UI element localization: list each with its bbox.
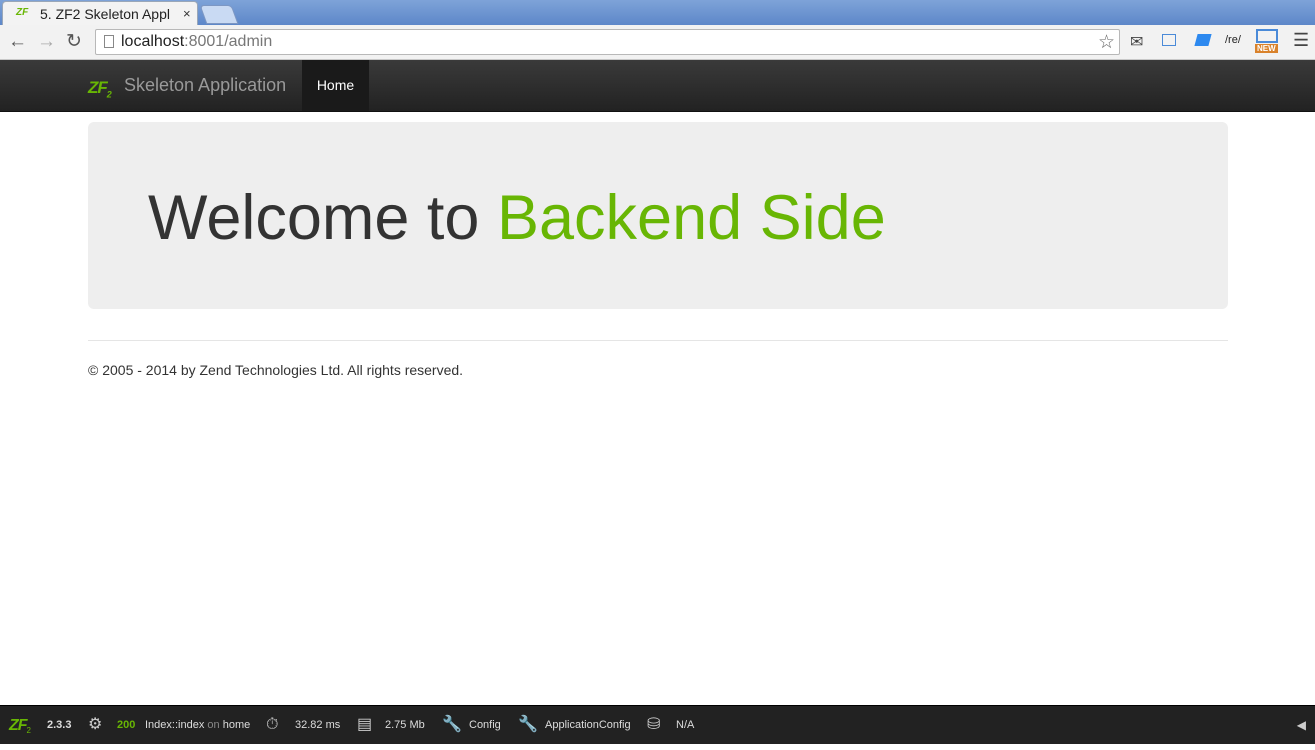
database-icon: ⛁ [647,716,661,733]
devbar-config[interactable]: Config [469,706,501,745]
divider [88,340,1228,341]
browser-tab-strip: ZF 5. ZF2 Skeleton Appl × [0,0,1315,25]
devbar-db[interactable]: N/A [676,706,694,745]
window-extension-icon[interactable] [1256,29,1278,43]
jumbotron: Welcome to Backend Side [88,122,1228,309]
app-navbar: ZF2 Skeleton Application Home [0,60,1315,112]
devbar-status-code: 200 [117,719,136,731]
forward-arrow-icon[interactable]: → [37,31,56,53]
wrench-icon: 🔧 [518,716,538,733]
browser-toolbar: ← → ↻ localhost:8001/admin ☆ ✉ /re/ NEW … [0,25,1315,60]
folder-extension-icon[interactable] [1162,34,1176,46]
extension-icon[interactable] [1194,34,1212,46]
re-extension-icon[interactable]: /re/ [1225,34,1241,46]
collapse-toolbar-icon[interactable]: ◀ [1297,718,1306,732]
footer-copyright: © 2005 - 2014 by Zend Technologies Ltd. … [88,362,464,378]
back-arrow-icon[interactable]: ← [8,31,27,53]
new-badge: NEW [1255,44,1278,53]
url-text: localhost:8001/admin [121,33,273,50]
wrench-icon: 🔧 [442,716,462,733]
menu-icon[interactable]: ☰ [1293,30,1309,51]
address-bar[interactable]: localhost:8001/admin ☆ [95,29,1120,55]
zf2-logo-icon[interactable]: ZF2 [88,78,112,99]
new-tab-button[interactable] [199,5,239,24]
gears-icon: ⚙ [88,716,103,733]
memory-icon: ▤ [357,716,373,733]
devbar-app-config[interactable]: ApplicationConfig [545,706,631,745]
zf-favicon-icon: ZF [16,7,29,18]
bookmark-star-icon[interactable]: ☆ [1098,31,1115,54]
tab-close-icon[interactable]: × [183,6,191,21]
zend-developer-toolbar: ZF2 2.3.3 ⚙ 200 Index::index on home ⏱ 3… [0,705,1315,744]
mail-icon[interactable]: ✉ [1130,32,1143,52]
devbar-time[interactable]: 32.82 ms [295,706,340,745]
welcome-heading: Welcome to Backend Side [148,183,886,253]
nav-item-home[interactable]: Home [302,60,369,111]
stopwatch-icon: ⏱ [266,716,279,733]
brand-name[interactable]: Skeleton Application [124,75,286,96]
heading-accent: Backend Side [496,183,886,253]
devbar-version: 2.3.3 [47,719,72,731]
browser-tab[interactable]: ZF 5. ZF2 Skeleton Appl × [2,1,198,25]
devbar-memory[interactable]: 2.75 Mb [385,706,425,745]
devbar-zf-logo-icon[interactable]: ZF2 [9,706,31,745]
tab-title: 5. ZF2 Skeleton Appl [40,6,170,22]
devbar-route[interactable]: Index::index on home [145,706,250,745]
page-icon [104,35,114,48]
reload-icon[interactable]: ↻ [66,31,82,53]
